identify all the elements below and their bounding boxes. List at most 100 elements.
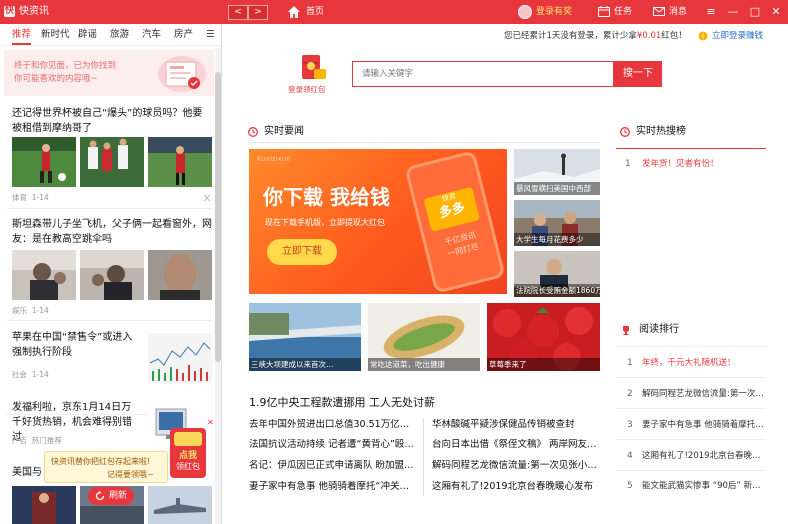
feed-item-title[interactable]: 斯坦森带儿子坐飞机，父子俩一起看窗外，网友：是在教高空跳伞吗 <box>12 217 212 247</box>
feed-thumbnail[interactable] <box>148 137 212 187</box>
tab-travel[interactable]: 旅游 <box>110 29 129 41</box>
login-earn-link[interactable]: 立即登录赚钱 <box>712 31 763 42</box>
feed-thumbnail[interactable] <box>80 137 144 187</box>
feed-time: 1-14 <box>31 370 49 379</box>
redpacket-icon[interactable] <box>298 53 328 83</box>
scrollbar-thumb[interactable] <box>215 72 221 362</box>
promo-subtitle: 现在下载手机版，立即提现大红包 <box>265 218 385 227</box>
envelope-illustration-icon <box>158 56 206 92</box>
image-caption: 大学生每月花费多少 <box>514 233 600 246</box>
home-link[interactable]: 首页 <box>306 6 324 18</box>
section-title-hot: 实时热搜榜 <box>636 126 686 137</box>
refresh-label: 刷新 <box>109 491 128 501</box>
news-item[interactable]: 妻子家中有急事 他骑骑着摩托“冲关… <box>249 481 419 493</box>
feed-item-title[interactable]: 还记得世界杯被自己“爆头”的球员吗？他要被租借到摩纳哥了 <box>12 106 212 136</box>
feed-thumbnail[interactable] <box>80 250 144 300</box>
tab-more-icon[interactable]: ☰ <box>206 29 215 41</box>
search-input[interactable] <box>352 61 614 87</box>
menu-button[interactable]: ≡ <box>704 4 718 19</box>
feed-thumbnail[interactable] <box>12 137 76 187</box>
divider <box>616 470 766 471</box>
section-title-realtime: 实时要闻 <box>264 126 304 137</box>
feed-time: 1-14 <box>31 306 49 315</box>
reading-item[interactable]: 年终，千元大礼随机送！ <box>642 358 736 369</box>
tab-active-indicator <box>12 43 31 45</box>
tab-recommend[interactable]: 推荐 <box>12 29 31 41</box>
redpacket-badge[interactable]: 点我 领红包 <box>170 428 206 478</box>
feed-source: 娱乐 <box>12 306 27 315</box>
headline[interactable]: 1.9亿中央工程款遭挪用 工人无处讨薪 <box>249 396 435 410</box>
close-button[interactable]: ✕ <box>769 4 783 19</box>
feed-item-title[interactable]: 苹果在中国“禁售令”或进入强制执行阶段 <box>12 330 136 360</box>
messages-link[interactable]: 消息 <box>669 6 687 18</box>
mail-icon[interactable] <box>653 6 665 17</box>
notice-text: 您已经累计1天没有登录，累计少拿 <box>504 31 637 41</box>
redpacket-tooltip: 快资讯替你把红包存起来啦! 记得要领哦~ <box>44 451 168 483</box>
news-item[interactable]: 名记：伊瓜因已正式申请离队 盼加盟… <box>249 460 419 472</box>
back-button[interactable]: < <box>228 5 248 20</box>
image-caption: 三峡大坝建成以来首次… <box>249 358 361 371</box>
news-image[interactable]: 暴风雪横扫美国中西部 <box>514 149 600 195</box>
news-image[interactable]: 草莓季来了 <box>487 303 600 371</box>
divider <box>616 346 766 347</box>
tab-rumor[interactable]: 辟谣 <box>78 29 97 41</box>
forward-button[interactable]: > <box>248 5 268 20</box>
feed-thumbnail[interactable] <box>148 250 212 300</box>
news-image[interactable]: 大学生每月花费多少 <box>514 200 600 246</box>
news-item[interactable]: 去年中国外贸进出口总值30.51万亿… <box>249 419 419 431</box>
feed-time: 1-14 <box>31 193 49 202</box>
news-item[interactable]: 台向日本出借《祭侄文稿》 两岸网友… <box>432 439 602 451</box>
svg-text:!: ! <box>702 33 705 41</box>
news-image[interactable]: 三峡大坝建成以来首次… <box>249 303 361 371</box>
notice-suffix: 红包！ <box>661 31 687 41</box>
feed-scrollbar[interactable] <box>215 48 221 524</box>
news-item[interactable]: 这厢有礼了!2019北京台春晚暖心发布 <box>432 481 602 493</box>
tooltip-line-2: 记得要领哦~ <box>107 470 154 479</box>
maximize-button[interactable]: □ <box>748 4 762 19</box>
welcome-banner: 终于和你见面，已为你找到 你可能喜欢的内容哦~ <box>4 50 214 96</box>
image-caption: 草莓季来了 <box>487 358 600 371</box>
divider <box>6 320 212 321</box>
tab-realestate[interactable]: 房产 <box>174 29 193 41</box>
redpack-label[interactable]: 登录领红包 <box>288 85 326 95</box>
clock-icon <box>248 127 258 137</box>
tab-auto[interactable]: 汽车 <box>142 29 161 41</box>
search-button[interactable]: 搜一下 <box>614 61 662 87</box>
badge-close-icon[interactable]: ✕ <box>207 418 214 427</box>
login-link[interactable]: 登录有奖 <box>536 5 572 19</box>
image-caption: 常吃这道菜，吃出健康 <box>368 358 480 371</box>
promo-title: 你下载 我给钱 <box>263 185 390 209</box>
rank-number: 4 <box>627 451 633 461</box>
news-item[interactable]: 解码同程艺龙微信流量:第一次见张小… <box>432 460 602 472</box>
home-icon[interactable] <box>287 5 301 19</box>
avatar[interactable] <box>518 5 532 19</box>
news-image[interactable]: 法院院长受贿金额1860万 <box>514 251 600 297</box>
reading-item[interactable]: 这厢有礼了!2019北京台春晚… <box>642 451 761 462</box>
minimize-button[interactable]: — <box>726 4 740 19</box>
news-item[interactable]: 华林酸碱平疑涉保健品传销被查封 <box>432 419 602 431</box>
section-title-reading: 阅读排行 <box>639 324 679 335</box>
banner-line-1: 终于和你见面，已为你找到 <box>14 61 117 71</box>
feed-thumbnail[interactable] <box>12 250 76 300</box>
reading-item[interactable]: 妻子家中有急事 他骑骑着摩托… <box>642 420 764 431</box>
tab-new-era[interactable]: 新时代 <box>41 29 70 41</box>
image-caption: 暴风雪横扫美国中西部 <box>514 182 600 195</box>
feed-thumbnail[interactable] <box>148 333 212 383</box>
feed-thumbnail[interactable] <box>148 486 212 524</box>
news-image[interactable]: 常吃这道菜，吃出健康 <box>368 303 480 371</box>
download-button[interactable]: 立即下载 <box>267 239 337 265</box>
rank-number: 2 <box>627 389 633 399</box>
reading-item[interactable]: 能文能武猫实惨事 “90后” 新… <box>642 481 761 492</box>
dismiss-icon[interactable] <box>203 194 211 202</box>
download-promo-banner[interactable]: Kuaizixun 你下载 我给钱 现在下载手机版，立即提现大红包 立即下载 快… <box>249 149 507 294</box>
news-item[interactable]: 法国抗议活动持续 记者遭“黄背心”殴… <box>249 439 419 451</box>
divider <box>248 142 600 143</box>
feed-thumbnail[interactable] <box>12 486 76 524</box>
calendar-icon[interactable] <box>598 6 610 17</box>
hot-item[interactable]: 发年货！见者有份！ <box>642 159 719 170</box>
category-tabs: 推荐 新时代 辟谣 旅游 汽车 房产 ☰ <box>0 24 221 46</box>
tasks-link[interactable]: 任务 <box>614 6 632 18</box>
clock-icon <box>620 127 630 137</box>
reading-item[interactable]: 解码同程艺龙微信流量:第一次… <box>642 389 764 400</box>
refresh-button[interactable]: 刷新 <box>88 487 134 505</box>
